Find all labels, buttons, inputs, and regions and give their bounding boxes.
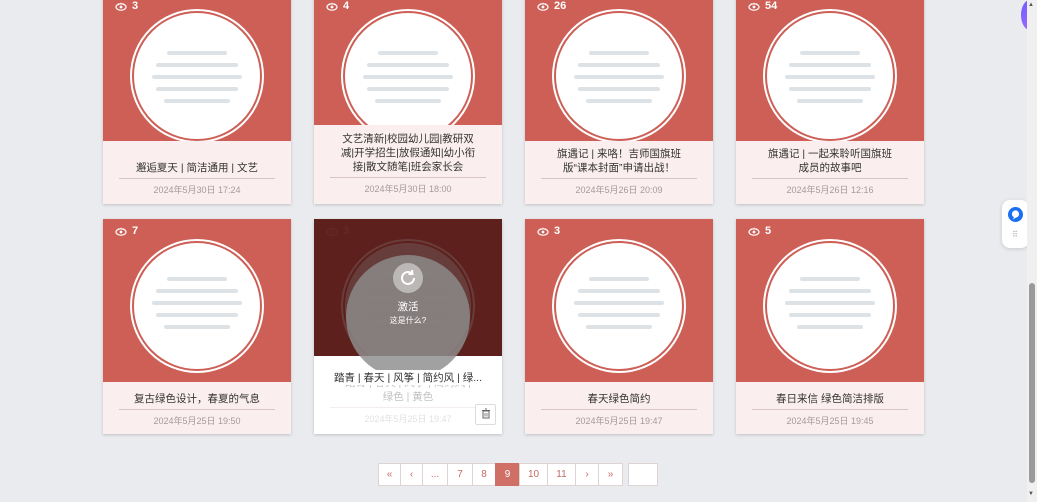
template-gallery-page: 3 邂逅夏天 | 简洁通用 | 文艺 2024年5月30日 17:24 4 文艺… (0, 0, 1037, 502)
card-thumbnail[interactable]: 4 (314, 0, 502, 125)
page-10-button[interactable]: 10 (519, 463, 548, 486)
trash-icon (481, 406, 491, 424)
activate-label: 激活 (397, 301, 419, 313)
scrollbar-thumb[interactable] (1029, 283, 1035, 483)
view-count: 4 (326, 0, 349, 12)
card-thumbnail[interactable]: 7 (103, 219, 291, 382)
card-title: 邂逅夏天 | 简洁通用 | 文艺 (135, 162, 259, 174)
delete-button[interactable] (475, 404, 496, 425)
template-card-hovered[interactable]: 3 踏青 | 春天 | 风筝 | 简约风 | 绿色 | 黄色 2024年5月25… (314, 219, 502, 434)
card-info: 旗遇记 | 一起来聆听国旗班成员的故事吧 2024年5月26日 12:16 (736, 147, 924, 196)
card-date: 2024年5月30日 17:24 (153, 185, 241, 195)
view-count: 54 (748, 0, 777, 12)
card-info: 文艺清新|校园幼儿园|教研双减|开学招生|放假通知|幼小衔接|散文随笔|班会家长… (314, 132, 502, 195)
card-info: 旗遇记 | 来咯！吉师国旗班版“课本封面”申请出战！ 2024年5月26日 20… (525, 147, 713, 196)
drag-handle-icon[interactable]: ⠿ (1012, 230, 1018, 239)
card-info: 春日来信 绿色简洁排版 2024年5月25日 19:45 (736, 392, 924, 427)
template-card[interactable]: 4 文艺清新|校园幼儿园|教研双减|开学招生|放假通知|幼小衔接|散文随笔|班会… (314, 0, 502, 204)
thumbnail-placeholder (132, 11, 262, 141)
card-thumbnail[interactable]: 54 (736, 0, 924, 141)
chat-icon (1008, 207, 1023, 222)
view-count: 5 (748, 225, 771, 237)
eye-icon (537, 227, 549, 236)
view-count: 3 (537, 225, 560, 237)
activate-button[interactable]: 激活 这是什么? (346, 255, 470, 379)
page-first-button[interactable]: « (378, 463, 401, 486)
page-prev-button[interactable]: ‹ (400, 463, 423, 486)
page-8-button[interactable]: 8 (472, 463, 496, 486)
thumbnail-placeholder (132, 241, 262, 371)
page-ellipsis[interactable]: ... (422, 463, 448, 486)
template-card[interactable]: 54 旗遇记 | 一起来聆听国旗班成员的故事吧 2024年5月26日 12:16 (736, 0, 924, 204)
page-next-button[interactable]: › (575, 463, 599, 486)
template-card[interactable]: 3 邂逅夏天 | 简洁通用 | 文艺 2024年5月30日 17:24 (103, 0, 291, 204)
page-scrollbar[interactable]: ▲ ▼ (1027, 0, 1037, 502)
eye-icon (537, 2, 549, 11)
view-count: 3 (115, 0, 138, 12)
thumbnail-placeholder (554, 11, 684, 141)
pagination: « ‹ ... 7 8 9 10 11 › » (378, 463, 658, 486)
card-thumbnail[interactable]: 5 (736, 219, 924, 382)
scroll-up-arrow-icon[interactable]: ▲ (1028, 2, 1034, 8)
page-11-button[interactable]: 11 (547, 463, 576, 486)
template-card[interactable]: 7 复古绿色设计，春夏的气息 2024年5月25日 19:50 (103, 219, 291, 434)
card-date: 2024年5月25日 19:47 (364, 414, 452, 424)
card-date: 2024年5月26日 20:09 (575, 185, 663, 195)
activate-hint-link[interactable]: 这是什么? (346, 315, 470, 326)
eye-icon (748, 2, 760, 11)
refresh-icon (393, 263, 423, 293)
template-card[interactable]: 26 旗遇记 | 来咯！吉师国旗班版“课本封面”申请出战！ 2024年5月26日… (525, 0, 713, 204)
card-thumbnail[interactable]: 3 (525, 219, 713, 382)
eye-icon (748, 227, 760, 236)
page-jump-input[interactable] (628, 463, 658, 486)
card-date: 2024年5月25日 19:45 (786, 416, 874, 426)
card-thumbnail[interactable]: 3 (103, 0, 291, 141)
card-title: 复古绿色设计，春夏的气息 (134, 393, 260, 405)
card-title: 旗遇记 | 一起来聆听国旗班成员的故事吧 (767, 148, 893, 174)
card-date: 2024年5月30日 18:00 (364, 184, 452, 194)
eye-icon (115, 227, 127, 236)
thumbnail-placeholder (765, 241, 895, 371)
card-title: 旗遇记 | 来咯！吉师国旗班版“课本封面”申请出战！ (556, 148, 682, 174)
card-date: 2024年5月26日 12:16 (786, 185, 874, 195)
thumbnail-placeholder (343, 11, 473, 125)
card-title: 春日来信 绿色简洁排版 (776, 393, 884, 405)
view-count: 7 (115, 225, 138, 237)
card-date: 2024年5月25日 19:50 (153, 416, 241, 426)
scroll-down-arrow-icon[interactable]: ▼ (1028, 491, 1034, 497)
floating-assistant-widget[interactable]: ⠿ (1002, 200, 1029, 248)
card-info: 复古绿色设计，春夏的气息 2024年5月25日 19:50 (103, 392, 291, 427)
thumbnail-placeholder (554, 241, 684, 371)
card-date: 2024年5月25日 19:47 (575, 416, 663, 426)
eye-icon (115, 2, 127, 11)
eye-icon (326, 2, 338, 11)
card-title: 文艺清新|校园幼儿园|教研双减|开学招生|放假通知|幼小衔接|散文随笔|班会家长… (340, 133, 476, 173)
card-title: 春天绿色简约 (587, 393, 651, 405)
card-thumbnail[interactable]: 26 (525, 0, 713, 141)
card-info: 邂逅夏天 | 简洁通用 | 文艺 2024年5月30日 17:24 (103, 161, 291, 196)
page-9-button-current[interactable]: 9 (495, 463, 520, 486)
view-count: 26 (537, 0, 566, 12)
page-last-button[interactable]: » (598, 463, 623, 486)
template-card[interactable]: 5 春日来信 绿色简洁排版 2024年5月25日 19:45 (736, 219, 924, 434)
thumbnail-placeholder (765, 11, 895, 141)
card-info: 春天绿色简约 2024年5月25日 19:47 (525, 392, 713, 427)
page-7-button[interactable]: 7 (447, 463, 473, 486)
template-card[interactable]: 3 春天绿色简约 2024年5月25日 19:47 (525, 219, 713, 434)
hover-title: 踏青 | 春天 | 风筝 | 简约风 | 绿... (314, 370, 502, 385)
